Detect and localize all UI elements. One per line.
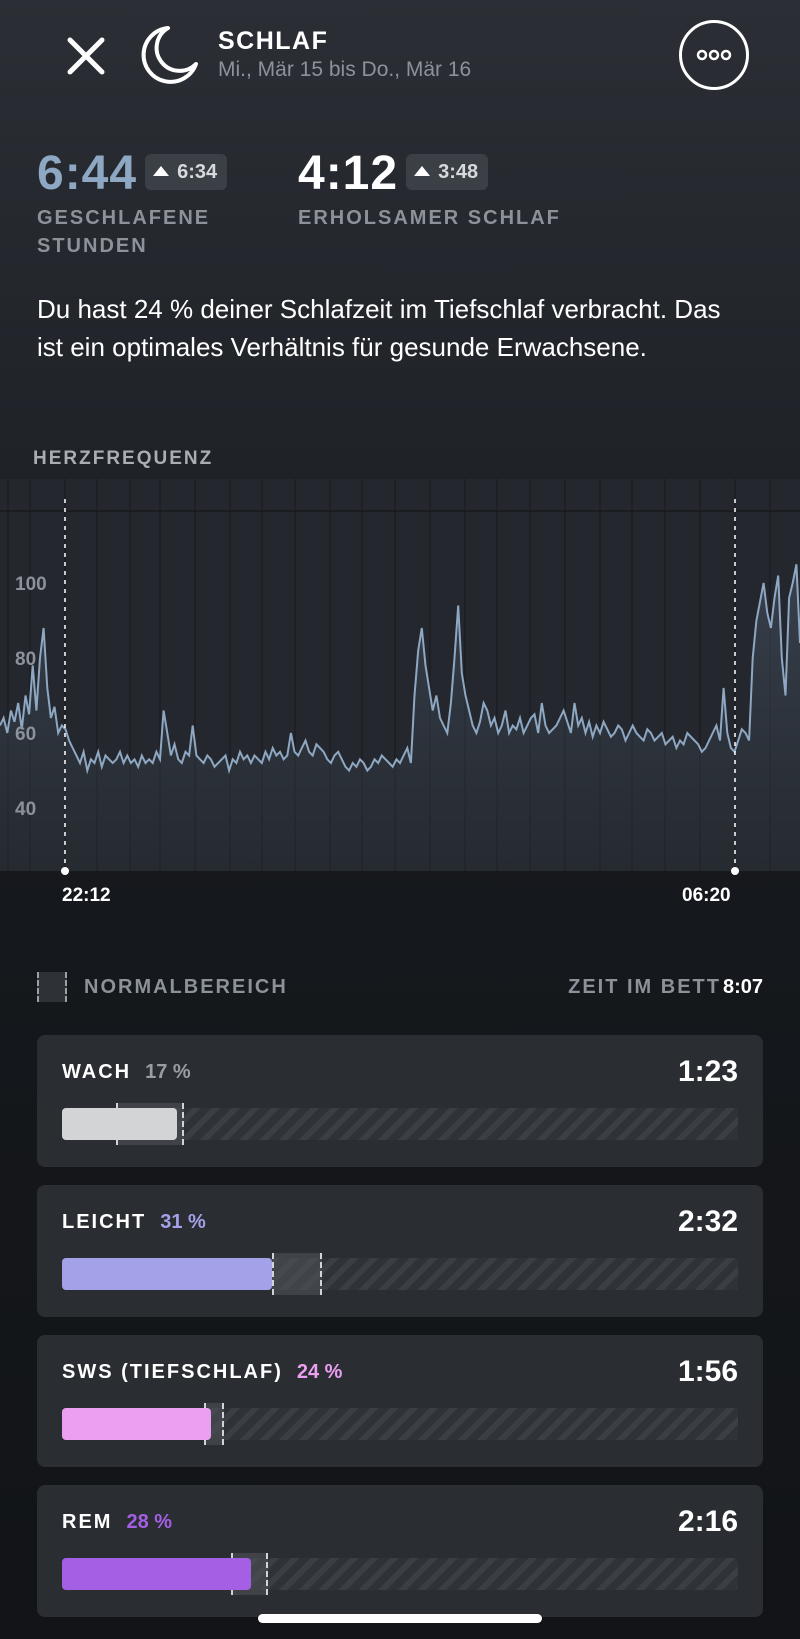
stage-name: LEICHT 31 % bbox=[62, 1211, 206, 1234]
time-in-bed-value: 8:07 bbox=[722, 976, 763, 998]
heart-rate-chart-svg: 100 80 60 40 22:12 06:20 bbox=[0, 479, 800, 905]
stage-name: WACH 17 % bbox=[62, 1061, 191, 1084]
sleep-end-dot bbox=[731, 867, 739, 875]
stage-duration: 1:23 bbox=[677, 1055, 738, 1088]
stage-progress-track bbox=[62, 1403, 738, 1445]
stage-progress-fill bbox=[62, 1408, 211, 1440]
stage-progress-fill bbox=[62, 1558, 252, 1590]
restorative-sleep-badge-value: 3:48 bbox=[438, 161, 479, 183]
hours-slept-badge-value: 6:34 bbox=[177, 161, 218, 183]
start-time-label: 22:12 bbox=[62, 885, 111, 905]
stage-name-text: REM bbox=[62, 1511, 113, 1533]
close-button[interactable] bbox=[62, 32, 110, 80]
arrow-up-icon bbox=[414, 166, 431, 176]
stage-percent: 31 % bbox=[160, 1211, 206, 1233]
y-tick-label: 80 bbox=[15, 649, 36, 670]
hours-slept-label-line2: STUNDEN bbox=[37, 235, 148, 257]
date-range: Mi., Mär 15 bis Do., Mär 16 bbox=[218, 58, 472, 81]
y-tick-label: 100 bbox=[15, 574, 47, 595]
home-indicator[interactable] bbox=[258, 1614, 542, 1623]
more-icon bbox=[696, 49, 732, 61]
stage-card[interactable]: WACH 17 % 1:23 bbox=[37, 1035, 763, 1167]
hours-slept-value: 6:44 bbox=[37, 147, 138, 200]
y-tick-label: 40 bbox=[15, 799, 36, 820]
stage-duration: 1:56 bbox=[677, 1355, 738, 1388]
sleep-insight-text: Du hast 24 % deiner Schlafzeit im Tiefsc… bbox=[37, 294, 721, 362]
stage-name: REM 28 % bbox=[62, 1511, 172, 1534]
sleep-start-dot bbox=[61, 867, 69, 875]
stage-progress-track bbox=[62, 1553, 738, 1595]
stage-card[interactable]: SWS (TIEFSCHLAF) 24 % 1:56 bbox=[37, 1335, 763, 1467]
heart-rate-label: HERZFREQUENZ bbox=[33, 448, 214, 469]
stage-progress-track bbox=[62, 1253, 738, 1295]
stage-percent: 28 % bbox=[126, 1511, 173, 1533]
normal-range-band bbox=[271, 1253, 323, 1295]
stage-percent: 24 % bbox=[296, 1361, 343, 1383]
stage-card[interactable]: REM 28 % 2:16 bbox=[37, 1485, 763, 1617]
stage-progress-track bbox=[62, 1103, 738, 1145]
y-tick-label: 60 bbox=[15, 724, 36, 745]
time-in-bed-label: ZEIT IM BETT bbox=[568, 976, 721, 998]
close-icon bbox=[67, 37, 105, 75]
normal-range-swatch bbox=[37, 972, 67, 1002]
stage-progress-fill bbox=[62, 1108, 177, 1140]
stage-progress-fill bbox=[62, 1258, 272, 1290]
restorative-sleep-label: ERHOLSAMER SCHLAF bbox=[298, 207, 561, 229]
restorative-sleep-badge: 3:48 bbox=[406, 154, 489, 190]
page-title: SCHLAF bbox=[218, 27, 329, 55]
heart-rate-chart: 100 80 60 40 22:12 06:20 bbox=[0, 475, 800, 905]
stage-name-text: WACH bbox=[62, 1061, 132, 1083]
stage-duration: 2:16 bbox=[677, 1505, 738, 1538]
stage-percent: 17 % bbox=[145, 1061, 191, 1083]
header: SCHLAF Mi., Mär 15 bis Do., Mär 16 bbox=[0, 0, 800, 120]
stage-duration: 2:32 bbox=[677, 1205, 738, 1238]
restorative-sleep-value: 4:12 bbox=[298, 147, 399, 200]
hours-slept-badge: 6:34 bbox=[145, 154, 228, 190]
normal-range-label: NORMALBEREICH bbox=[84, 976, 288, 998]
end-time-label: 06:20 bbox=[682, 885, 731, 905]
stage-name-text: SWS (TIEFSCHLAF) bbox=[62, 1361, 283, 1383]
stage-name: SWS (TIEFSCHLAF) 24 % bbox=[62, 1361, 342, 1384]
more-options-button[interactable] bbox=[679, 20, 749, 90]
stage-name-text: LEICHT bbox=[62, 1211, 147, 1233]
hours-slept-label-line1: GESCHLAFENE bbox=[37, 207, 211, 229]
legend-row: NORMALBEREICH ZEIT IM BETT 8:07 bbox=[37, 972, 763, 1004]
restorative-sleep-stat: 4:12 3:48 ERHOLSAMER SCHLAF bbox=[298, 148, 561, 232]
stage-card[interactable]: LEICHT 31 % 2:32 bbox=[37, 1185, 763, 1317]
moon-icon bbox=[141, 26, 198, 84]
arrow-up-icon bbox=[153, 166, 170, 176]
hours-slept-stat: 6:44 6:34 GESCHLAFENE STUNDEN bbox=[37, 147, 228, 260]
hours-slept-label: GESCHLAFENE STUNDEN bbox=[37, 204, 227, 260]
